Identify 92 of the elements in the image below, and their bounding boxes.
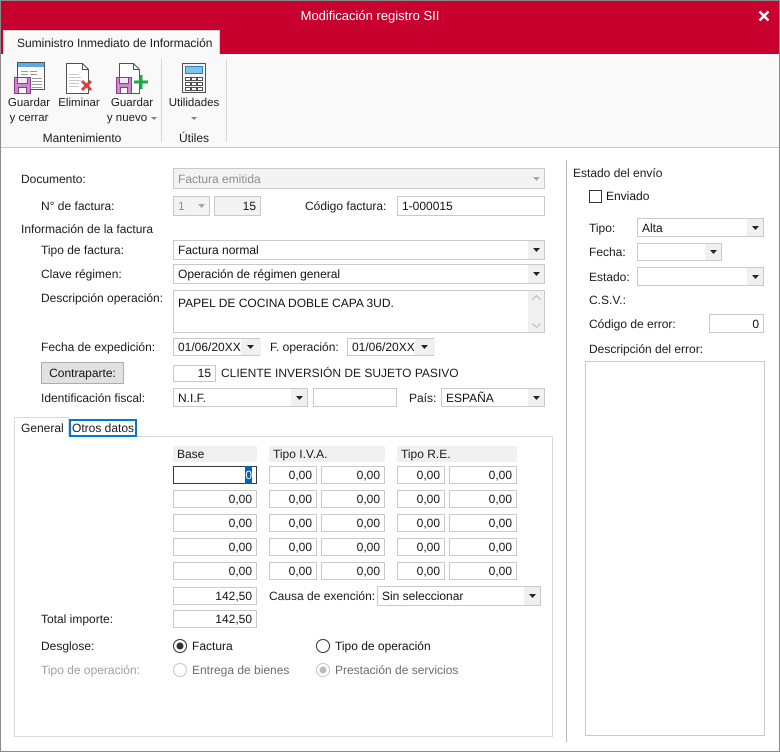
surcharge-amount-field[interactable]: 0,00 bbox=[449, 490, 517, 508]
date-picker[interactable] bbox=[637, 243, 722, 261]
field-label: Total importe: bbox=[41, 611, 114, 628]
field-label: Estado: bbox=[589, 268, 630, 286]
vat-rate-field[interactable]: 0,00 bbox=[269, 538, 317, 556]
document-with-x-icon bbox=[66, 62, 92, 94]
ribbon-group-label: Mantenimiento bbox=[42, 130, 122, 146]
vat-amount-field[interactable]: 0,00 bbox=[321, 514, 385, 532]
base-field[interactable]: 0,00 bbox=[173, 514, 257, 532]
ribbon-group-label: Útiles bbox=[178, 130, 209, 146]
sent-checkbox[interactable]: Enviado bbox=[589, 187, 650, 205]
type-dropdown[interactable]: Alta bbox=[637, 218, 764, 237]
tax-id-field[interactable] bbox=[313, 388, 397, 407]
invoice-type-dropdown[interactable]: Factura normal bbox=[173, 240, 545, 260]
column-header: Base bbox=[173, 446, 257, 462]
total-amount-field[interactable]: 142,50 bbox=[173, 610, 257, 628]
error-description-field[interactable] bbox=[585, 361, 765, 736]
calculator-icon bbox=[182, 63, 206, 93]
section-heading: Información de la factura bbox=[21, 221, 154, 238]
form-with-floppy-icon bbox=[14, 62, 44, 94]
exemption-cause-dropdown[interactable]: Sin seleccionar bbox=[377, 586, 541, 606]
base-field[interactable]: 0,00 bbox=[173, 490, 257, 508]
field-label: Clave régimen: bbox=[41, 266, 122, 283]
field-label: Tipo de factura: bbox=[41, 242, 124, 259]
field-label: Código factura: bbox=[305, 198, 386, 215]
radio-option[interactable]: Factura bbox=[173, 637, 233, 655]
close-icon bbox=[758, 10, 770, 22]
invoice-code-field[interactable]: 1-000015 bbox=[397, 196, 545, 216]
scrollbar[interactable] bbox=[528, 291, 544, 332]
field-label: País: bbox=[409, 390, 436, 406]
save-and-new-button[interactable]: Guardar y nuevo bbox=[104, 54, 160, 130]
field-label: N° de factura: bbox=[41, 198, 114, 215]
field-label: Desglose: bbox=[41, 638, 94, 655]
column-header: Tipo R.E. bbox=[397, 446, 517, 462]
surcharge-rate-field[interactable]: 0,00 bbox=[397, 538, 445, 556]
field-label: Fecha: bbox=[589, 244, 626, 261]
column-header: Tipo I.V.A. bbox=[269, 446, 385, 462]
base-field[interactable]: 142,50 bbox=[173, 587, 257, 605]
base-field[interactable]: 0 bbox=[173, 466, 257, 484]
surcharge-amount-field[interactable]: 0,00 bbox=[449, 466, 517, 484]
section-heading: Estado del envío bbox=[573, 165, 662, 182]
document-floppy-plus-icon bbox=[116, 62, 148, 94]
field-label: Tipo de operación: bbox=[41, 662, 140, 679]
field-label: C.S.V.: bbox=[589, 292, 626, 309]
surcharge-rate-field[interactable]: 0,00 bbox=[397, 514, 445, 532]
surcharge-rate-field[interactable]: 0,00 bbox=[397, 562, 445, 580]
surcharge-amount-field[interactable]: 0,00 bbox=[449, 514, 517, 532]
ribbon-tab[interactable]: Suministro Inmediato de Información bbox=[3, 30, 220, 54]
regime-key-dropdown[interactable]: Operación de régimen general bbox=[173, 264, 545, 284]
tab[interactable]: General bbox=[14, 417, 69, 437]
surcharge-amount-field[interactable]: 0,00 bbox=[449, 562, 517, 580]
tax-id-type-dropdown[interactable]: N.I.F. bbox=[173, 388, 308, 407]
vat-amount-field[interactable]: 0,00 bbox=[321, 562, 385, 580]
tab[interactable]: Otros datos bbox=[69, 419, 137, 437]
field-label: Descripción operación: bbox=[41, 290, 164, 307]
scroll-down-icon[interactable] bbox=[532, 323, 540, 328]
date-picker[interactable]: 01/06/20XX bbox=[347, 338, 434, 356]
status-dropdown[interactable] bbox=[637, 267, 764, 286]
field-label: Tipo: bbox=[589, 220, 616, 236]
date-picker[interactable]: 01/06/20XX bbox=[173, 338, 260, 356]
surcharge-amount-field[interactable]: 0,00 bbox=[449, 538, 517, 556]
vat-rate-field[interactable]: 0,00 bbox=[269, 514, 317, 532]
vat-rate-field[interactable]: 0,00 bbox=[269, 562, 317, 580]
field-label: Identificación fiscal: bbox=[41, 390, 146, 406]
utilities-button[interactable]: Utilidades bbox=[163, 54, 225, 130]
counterpart-button[interactable]: Contraparte: bbox=[41, 362, 124, 384]
window-title: Modificación registro SII bbox=[300, 6, 440, 25]
counterpart-code-field[interactable]: 15 bbox=[173, 364, 216, 382]
field-label: Causa de exención: bbox=[269, 588, 376, 605]
field-label: Descripción del error: bbox=[589, 341, 704, 358]
save-and-close-button[interactable]: Guardar y cerrar bbox=[4, 54, 54, 130]
counterpart-name: CLIENTE INVERSIÓN DE SUJETO PASIVO bbox=[221, 365, 459, 382]
field-label: Documento: bbox=[21, 170, 86, 188]
scroll-up-icon[interactable] bbox=[532, 295, 540, 300]
vat-amount-field[interactable]: 0,00 bbox=[321, 490, 385, 508]
surcharge-rate-field[interactable]: 0,00 bbox=[397, 466, 445, 484]
error-code-field[interactable]: 0 bbox=[709, 314, 764, 333]
surcharge-rate-field[interactable]: 0,00 bbox=[397, 490, 445, 508]
vat-rate-field[interactable]: 0,00 bbox=[269, 490, 317, 508]
field-label: Fecha de expedición: bbox=[41, 339, 156, 356]
invoice-number-field[interactable]: 15 bbox=[214, 196, 261, 216]
delete-button[interactable]: Eliminar bbox=[56, 54, 102, 130]
country-dropdown[interactable]: ESPAÑA bbox=[441, 388, 545, 407]
base-field[interactable]: 0,00 bbox=[173, 562, 257, 580]
vat-amount-field[interactable]: 0,00 bbox=[321, 538, 385, 556]
vat-rate-field[interactable]: 0,00 bbox=[269, 466, 317, 484]
field-label: F. operación: bbox=[270, 339, 339, 356]
vat-amount-field[interactable]: 0,00 bbox=[321, 466, 385, 484]
base-field[interactable]: 0,00 bbox=[173, 538, 257, 556]
description-field[interactable]: PAPEL DE COCINA DOBLE CAPA 3UD. bbox=[173, 290, 545, 333]
field-label: Código de error: bbox=[589, 316, 676, 332]
radio-option[interactable]: Tipo de operación bbox=[316, 637, 431, 655]
